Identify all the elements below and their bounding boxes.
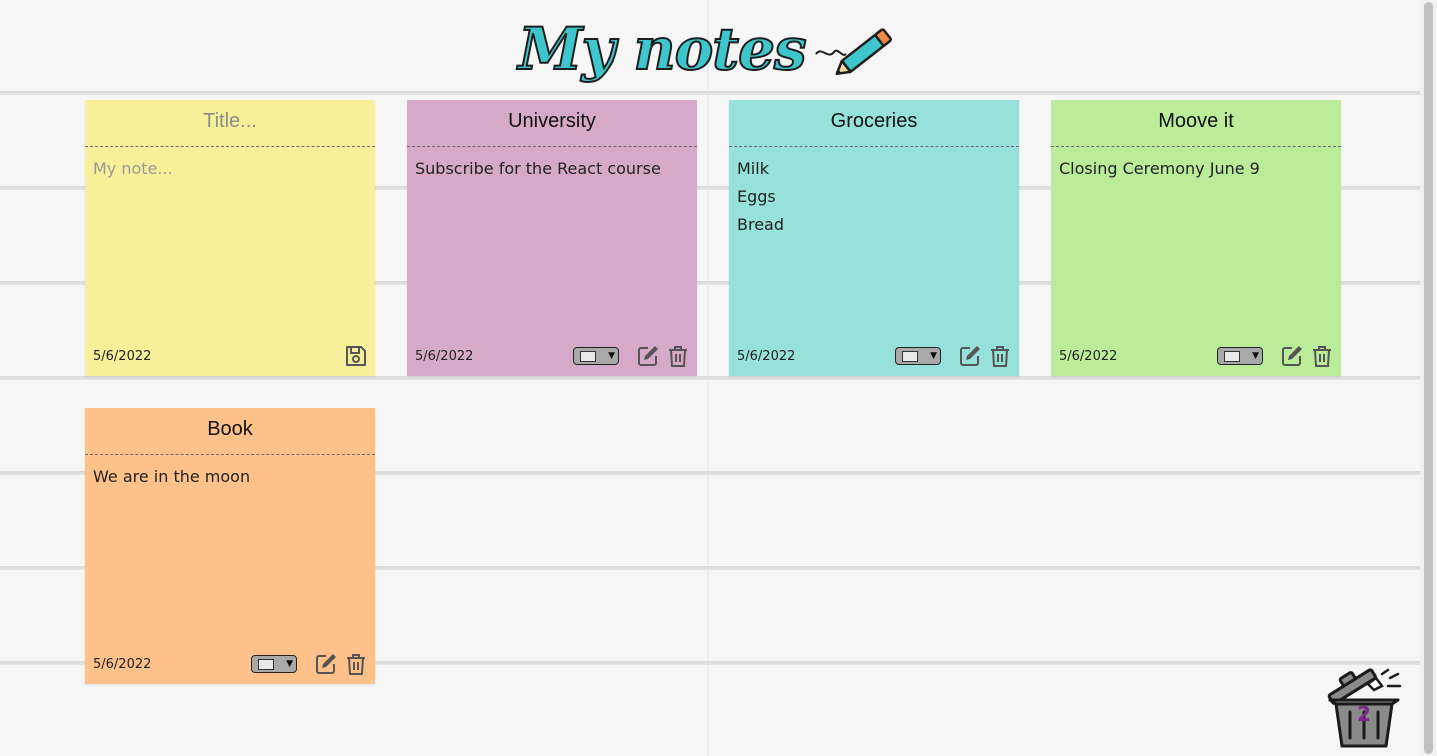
note-body-line: Milk <box>737 159 769 178</box>
note-body-line: Subscribe for the React course <box>415 159 661 178</box>
note-date: 5/6/2022 <box>93 348 152 364</box>
edit-icon <box>638 346 658 366</box>
note-date: 5/6/2022 <box>1059 348 1118 364</box>
app-title: My notes <box>517 15 807 83</box>
delete-button[interactable] <box>1309 343 1335 369</box>
note-card-new: Title... My note... 5/6/2022 <box>85 100 375 376</box>
note-body-line: My note... <box>93 159 173 178</box>
floppy-disk-icon <box>346 346 366 366</box>
note-date: 5/6/2022 <box>737 348 796 364</box>
color-select[interactable]: ▼ <box>573 347 619 365</box>
note-date: 5/6/2022 <box>415 348 474 364</box>
scrollbar-thumb[interactable] <box>1424 2 1433 754</box>
note-card: Book We are in the moon 5/6/2022 ▼ <box>85 408 375 684</box>
color-swatch <box>258 658 274 670</box>
scrollbar[interactable] <box>1420 0 1437 756</box>
delete-button[interactable] <box>987 343 1013 369</box>
note-body-input[interactable]: My note... <box>85 147 375 183</box>
header: My notes <box>0 6 1420 92</box>
color-swatch <box>902 350 918 362</box>
edit-button[interactable] <box>313 651 339 677</box>
note-date: 5/6/2022 <box>93 656 152 672</box>
delete-button[interactable] <box>665 343 691 369</box>
edit-icon <box>960 346 980 366</box>
chevron-down-icon: ▼ <box>286 659 293 669</box>
chevron-down-icon: ▼ <box>608 351 615 361</box>
trash-icon <box>669 346 687 367</box>
note-body-line: We are in the moon <box>93 467 251 486</box>
note-title: Book <box>85 408 375 455</box>
note-body: Closing Ceremony June 9 <box>1051 147 1341 183</box>
edit-icon <box>316 654 336 674</box>
note-footer: 5/6/2022 ▼ <box>1051 342 1341 370</box>
note-title: University <box>407 100 697 147</box>
note-footer: 5/6/2022 ▼ <box>85 650 375 678</box>
note-card: University Subscribe for the React cours… <box>407 100 697 376</box>
note-title-input[interactable]: Title... <box>85 100 375 147</box>
trash-icon <box>347 654 365 675</box>
note-card: Moove it Closing Ceremony June 9 5/6/202… <box>1051 100 1341 376</box>
note-title: Moove it <box>1051 100 1341 147</box>
note-footer: 5/6/2022 ▼ <box>407 342 697 370</box>
trash-icon <box>991 346 1009 367</box>
note-body-line: Eggs <box>737 187 776 206</box>
color-swatch <box>580 350 596 362</box>
note-body: Milk Eggs Bread <box>729 147 1019 239</box>
note-body-line: Closing Ceremony June 9 <box>1059 159 1260 178</box>
note-card: Groceries Milk Eggs Bread 5/6/2022 ▼ <box>729 100 1019 376</box>
color-select[interactable]: ▼ <box>895 347 941 365</box>
edit-button[interactable] <box>1279 343 1305 369</box>
delete-button[interactable] <box>343 651 369 677</box>
pencil-icon <box>814 28 892 75</box>
note-body-line: Bread <box>737 215 785 234</box>
chevron-down-icon: ▼ <box>930 351 937 361</box>
edit-icon <box>1282 346 1302 366</box>
color-select[interactable]: ▼ <box>251 655 297 673</box>
note-footer: 5/6/2022 ▼ <box>729 342 1019 370</box>
deleted-count-badge: 2 <box>1357 702 1371 726</box>
note-title: Groceries <box>729 100 1019 147</box>
note-body: We are in the moon <box>85 455 375 491</box>
color-swatch <box>1224 350 1240 362</box>
trash-icon <box>1313 346 1331 367</box>
edit-button[interactable] <box>957 343 983 369</box>
chevron-down-icon: ▼ <box>1252 351 1259 361</box>
note-body: Subscribe for the React course <box>407 147 697 183</box>
color-select[interactable]: ▼ <box>1217 347 1263 365</box>
note-footer: 5/6/2022 <box>85 342 375 370</box>
save-button[interactable] <box>343 343 369 369</box>
edit-button[interactable] <box>635 343 661 369</box>
